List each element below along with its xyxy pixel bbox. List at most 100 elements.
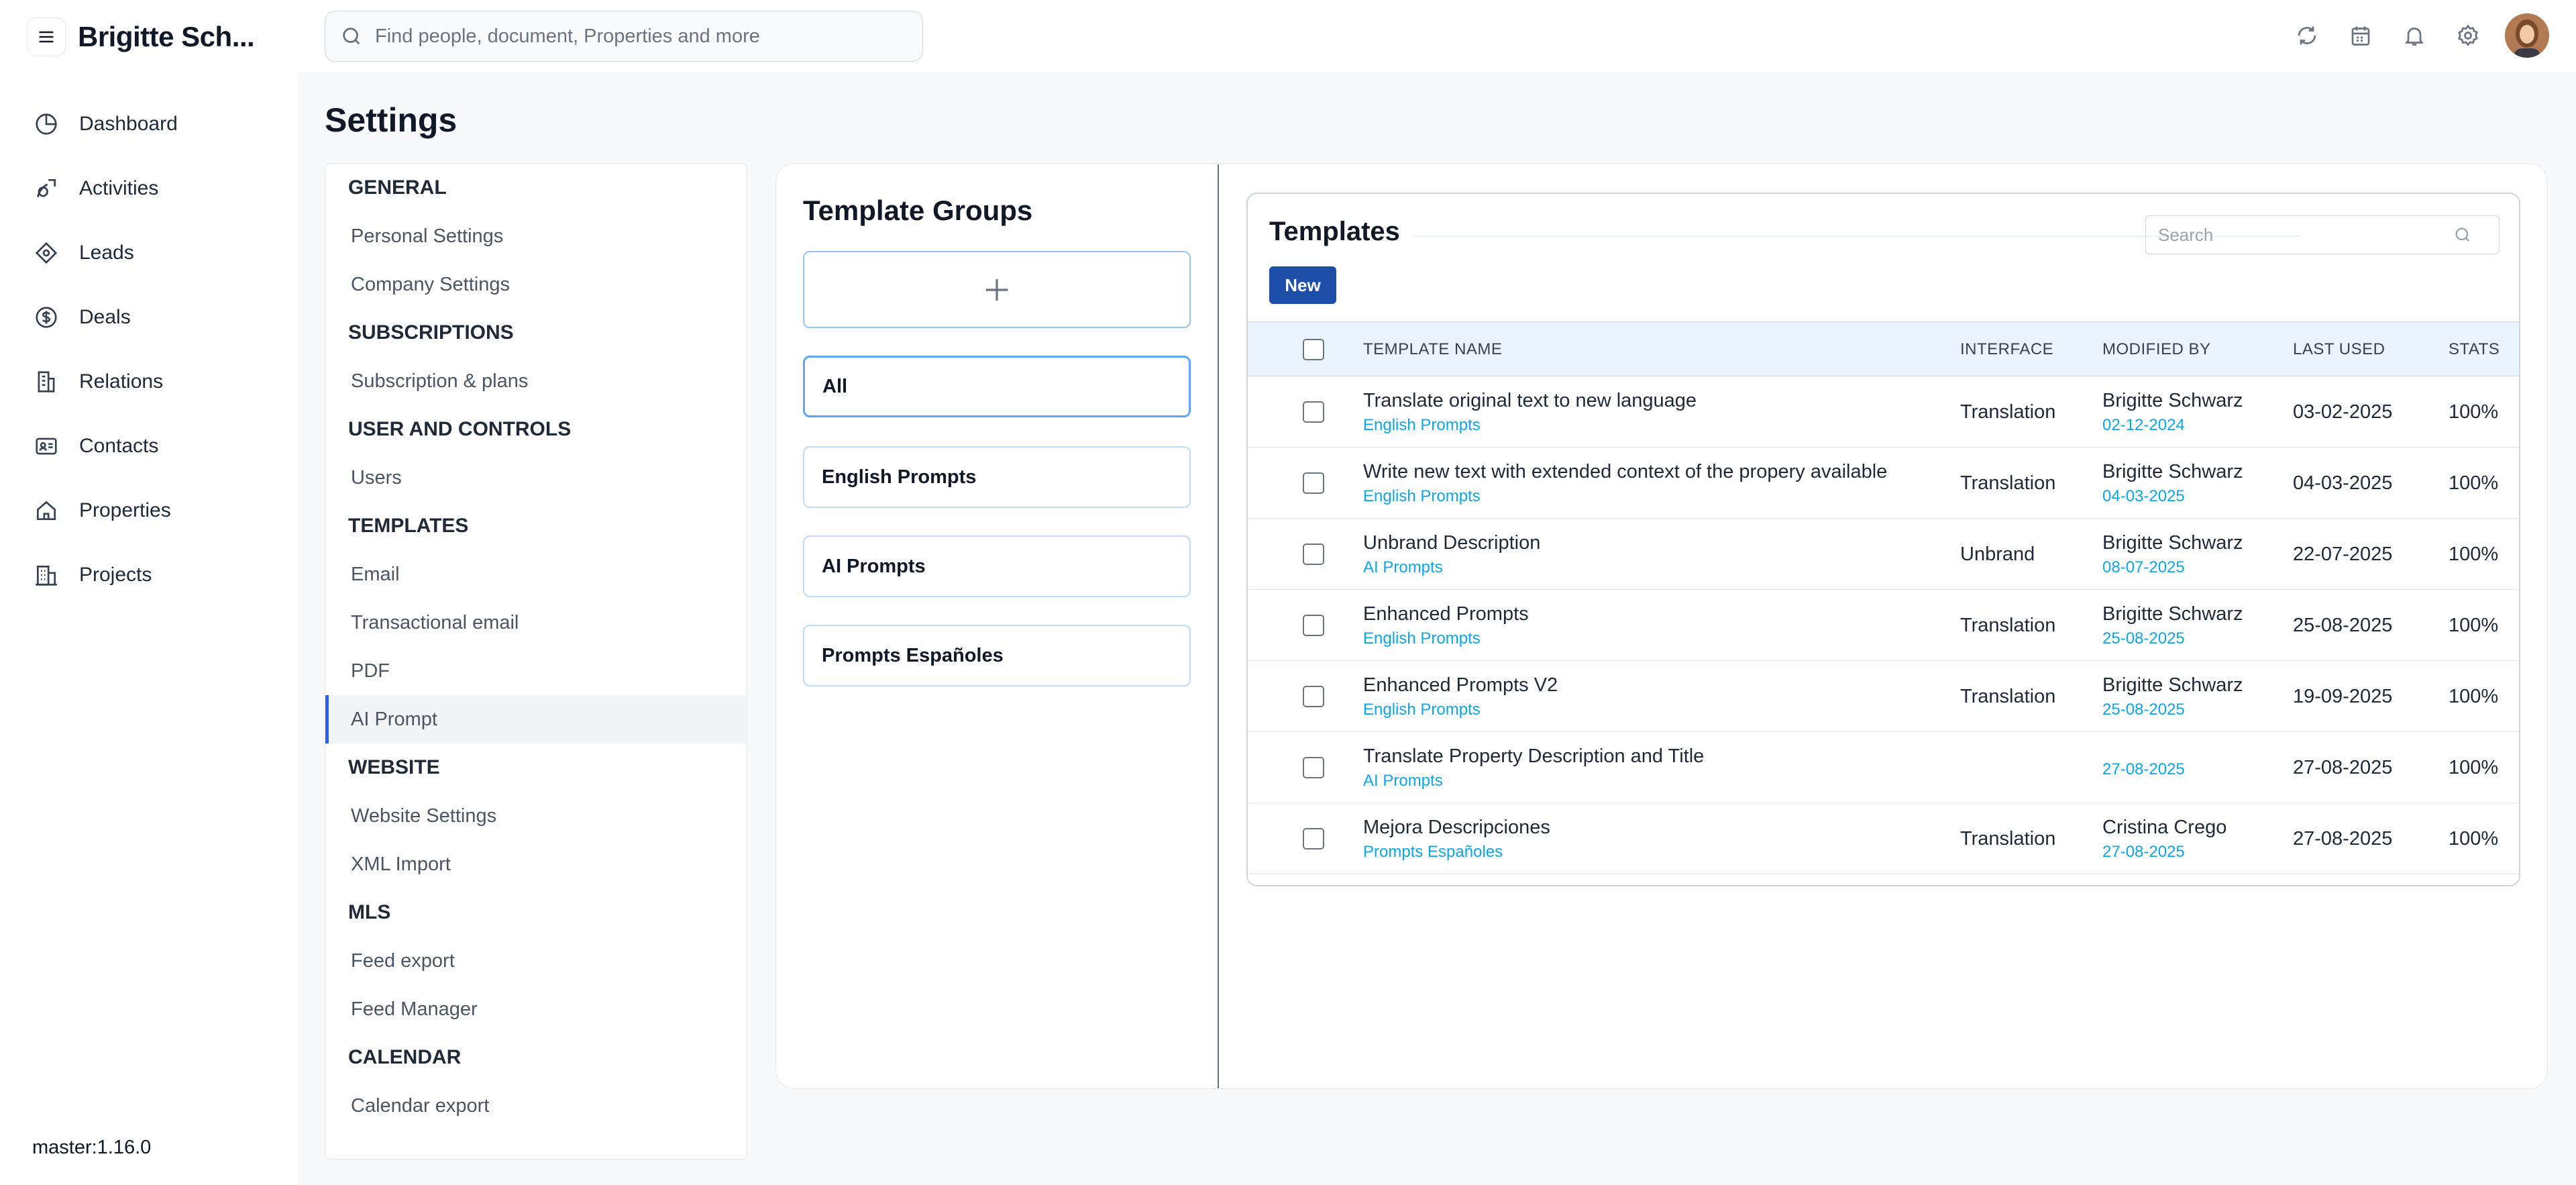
modified-by: Brigitte Schwarz [2102,674,2243,696]
notifications-button[interactable] [2395,16,2434,55]
settings-item-users[interactable]: Users [325,454,747,502]
section-templates: TEMPLATES [348,515,469,537]
settings-item-calendar-export[interactable]: Calendar export [325,1082,747,1130]
nav-item-contacts[interactable]: Contacts [34,414,178,478]
last-used-cell: 19-09-2025 [2293,685,2393,707]
col-interface[interactable]: INTERFACE [1960,322,2053,377]
nav-label: Projects [79,564,152,586]
global-search[interactable] [325,11,923,62]
nav-item-activities[interactable]: Activities [34,156,178,221]
table-row[interactable]: Unbrand Description AI Prompts Unbrand B… [1248,519,2519,590]
new-template-button[interactable]: New [1269,266,1336,304]
settings-item-feed-export[interactable]: Feed export [325,937,747,985]
interface-cell: Translation [1960,472,2056,494]
table-row[interactable]: Enhanced Prompts English Prompts Transla… [1248,590,2519,661]
template-groups-title: Template Groups [803,195,1033,226]
home-icon [36,501,56,521]
templates-search-input[interactable] [2158,224,2453,246]
row-checkbox[interactable] [1303,615,1324,636]
template-group[interactable]: English Prompts [1363,629,1529,648]
hamburger-menu-button[interactable] [27,17,66,56]
template-name[interactable]: Unbrand Description [1363,532,1540,554]
user-name: Brigitte Sch... [78,21,255,52]
nav-label: Activities [79,177,159,199]
modified-cell: Brigitte Schwarz 04-03-2025 [2102,448,2243,519]
nav-label: Dashboard [79,113,178,135]
table-row[interactable]: Translate original text to new language … [1248,376,2519,448]
section-subscriptions: SUBSCRIPTIONS [348,321,514,344]
col-modified-by[interactable]: MODIFIED BY [2102,322,2211,377]
table-row[interactable]: Enhanced Prompts V2 English Prompts Tran… [1248,661,2519,732]
template-group[interactable]: AI Prompts [1363,558,1540,577]
sync-button[interactable] [2288,16,2326,55]
settings-item-xml-import[interactable]: XML Import [325,840,747,888]
modified-cell: Cristina Crego 27-08-2025 [2102,803,2226,874]
user-avatar[interactable] [2505,13,2549,58]
row-checkbox[interactable] [1303,401,1324,423]
select-all-checkbox[interactable] [1303,339,1324,360]
hamburger-icon [39,31,54,43]
template-name[interactable]: Enhanced Prompts [1363,603,1529,625]
modified-date: 08-07-2025 [2102,558,2185,576]
stats-cell: 100% [2449,401,2499,423]
nav-item-deals[interactable]: Deals [34,285,178,350]
table-row[interactable]: Translate Property Description and Title… [1248,732,2519,803]
template-name[interactable]: Enhanced Prompts V2 [1363,674,1558,697]
calendar-button[interactable] [2341,16,2380,55]
row-checkbox[interactable] [1303,828,1324,849]
group-english-prompts[interactable]: English Prompts [803,446,1191,508]
search-input[interactable] [375,25,898,48]
col-template-name[interactable]: TEMPLATE NAME [1363,322,1502,377]
settings-item-ai-prompt[interactable]: AI Prompt [325,695,747,743]
settings-item-email[interactable]: Email [325,550,747,599]
version-label: master:1.16.0 [32,1137,152,1158]
section-mls: MLS [348,901,391,923]
template-group[interactable]: AI Prompts [1363,772,1704,790]
group-ai-prompts[interactable]: AI Prompts [803,535,1191,597]
modified-by: Brigitte Schwarz [2102,603,2243,625]
nav-item-dashboard[interactable]: Dashboard [34,92,178,156]
template-name[interactable]: Write new text with extended context of … [1363,461,1887,483]
templates-title: Templates [1269,217,1400,246]
row-checkbox[interactable] [1303,686,1324,707]
template-group[interactable]: English Prompts [1363,701,1558,719]
settings-item-subscription-plans[interactable]: Subscription & plans [325,357,747,405]
template-group[interactable]: English Prompts [1363,487,1887,506]
nav-item-leads[interactable]: Leads [34,221,178,285]
modified-date: 25-08-2025 [2102,629,2185,648]
group-all[interactable]: All [803,356,1191,417]
table-row[interactable]: Mejora Descripciones Prompts Españoles T… [1248,803,2519,874]
modified-cell: 27-08-2025 [2102,732,2185,803]
interface-cell: Unbrand [1960,543,2035,565]
template-name[interactable]: Translate original text to new language [1363,390,1697,412]
modified-date: 25-08-2025 [2102,700,2185,719]
col-stats[interactable]: STATS [2449,322,2500,377]
settings-item-feed-manager[interactable]: Feed Manager [325,985,747,1033]
table-header: TEMPLATE NAME INTERFACE MODIFIED BY LAST… [1248,321,2519,377]
col-last-used[interactable]: LAST USED [2293,322,2385,377]
row-checkbox[interactable] [1303,472,1324,494]
settings-item-company-settings[interactable]: Company Settings [325,260,747,309]
settings-item-website-settings[interactable]: Website Settings [325,792,747,840]
settings-button[interactable] [2449,16,2487,55]
templates-search[interactable] [2145,215,2500,254]
nav-item-properties[interactable]: Properties [34,478,178,543]
template-group[interactable]: English Prompts [1363,416,1697,435]
nav-item-projects[interactable]: Projects [34,543,178,607]
template-name[interactable]: Translate Property Description and Title [1363,745,1704,768]
row-checkbox[interactable] [1303,757,1324,778]
section-user-and-controls: USER AND CONTROLS [348,418,572,440]
template-group[interactable]: Prompts Españoles [1363,843,1550,862]
modified-cell: Brigitte Schwarz 25-08-2025 [2102,590,2243,661]
settings-item-pdf[interactable]: PDF [325,647,747,695]
last-used-cell: 22-07-2025 [2293,543,2393,565]
row-checkbox[interactable] [1303,544,1324,565]
group-prompts-espanoles[interactable]: Prompts Españoles [803,625,1191,686]
nav-item-relations[interactable]: Relations [34,350,178,414]
settings-item-transactional-email[interactable]: Transactional email [325,599,747,647]
settings-item-personal-settings[interactable]: Personal Settings [325,212,747,260]
table-row[interactable]: Write new text with extended context of … [1248,448,2519,519]
nav-label: Contacts [79,435,159,457]
template-name[interactable]: Mejora Descripciones [1363,817,1550,839]
add-group-button[interactable] [803,251,1191,328]
